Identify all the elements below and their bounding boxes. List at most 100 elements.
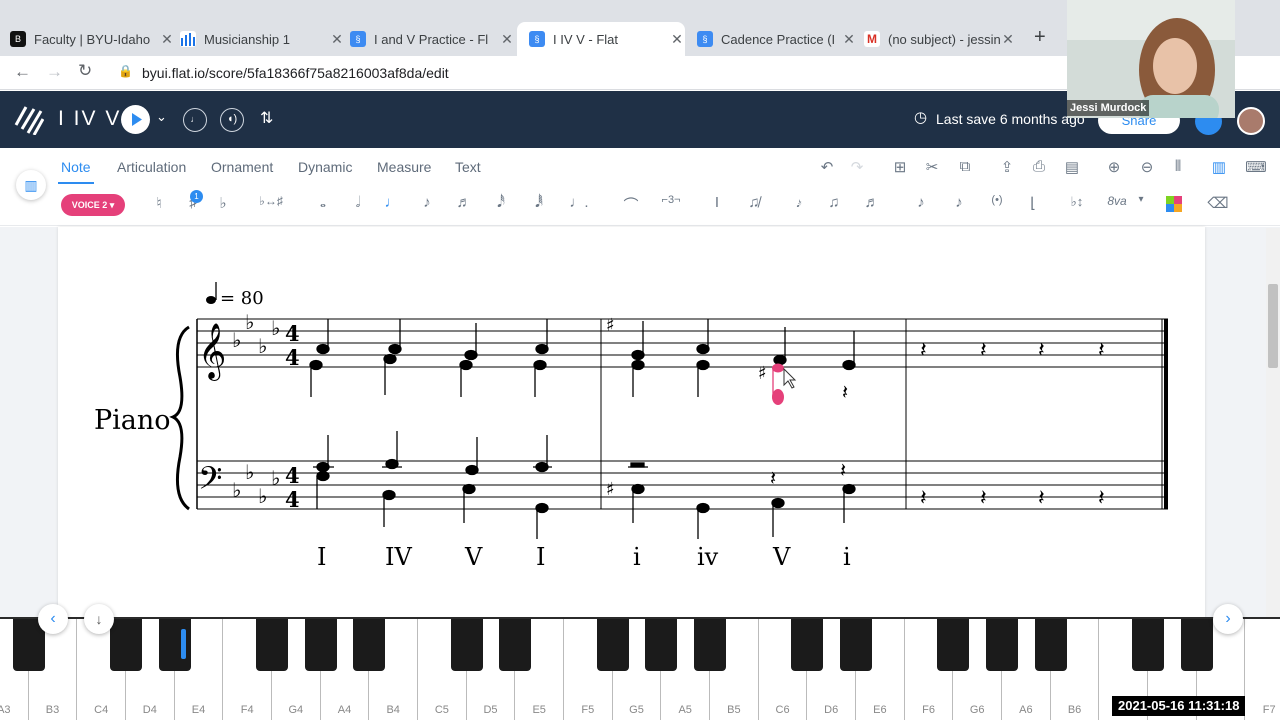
tab-dynamic[interactable]: Dynamic bbox=[298, 159, 352, 175]
score-title[interactable]: I IV V bbox=[58, 107, 121, 131]
voice-selector[interactable]: VOICE 2 ▾ bbox=[61, 194, 125, 216]
selected-note[interactable] bbox=[772, 363, 784, 373]
piano-key[interactable]: F7 bbox=[1245, 619, 1280, 720]
play-button[interactable] bbox=[121, 105, 150, 134]
keyboard-toggle-icon[interactable]: ▥ bbox=[16, 170, 46, 200]
triple-beam-icon[interactable]: ♬ bbox=[861, 194, 883, 211]
flat-logo-icon[interactable] bbox=[14, 103, 44, 135]
roman-numeral[interactable]: IV bbox=[385, 543, 412, 571]
tab-ornament[interactable]: Ornament bbox=[211, 159, 273, 175]
close-icon[interactable]: ✕ bbox=[669, 31, 685, 48]
roman-numeral[interactable]: i bbox=[843, 543, 851, 571]
piano-black-key[interactable] bbox=[986, 619, 1019, 671]
redo-icon[interactable]: ↷ bbox=[846, 158, 868, 176]
tab-cadence[interactable]: § Cadence Practice (I ✕ bbox=[697, 22, 857, 56]
scroll-left-button[interactable]: ‹ bbox=[38, 604, 68, 634]
piano-black-key[interactable] bbox=[937, 619, 970, 671]
roman-numeral[interactable]: V bbox=[773, 543, 790, 571]
flat-accidental-icon[interactable]: ♭ bbox=[212, 194, 234, 212]
copy-icon[interactable]: ⧉ bbox=[954, 158, 976, 175]
piano-black-key[interactable] bbox=[353, 619, 386, 671]
octave-icon[interactable]: 8va bbox=[1104, 194, 1130, 208]
piano-black-key[interactable] bbox=[256, 619, 288, 671]
avatar[interactable] bbox=[1237, 107, 1265, 135]
score-page[interactable]: 𝄞 𝄢 ♭ ♭ ♭ ♭ ♭ ♭ ♭ ♭ 44 44 = 80 Piano ♯ ♯ 𝄽 𝄽 𝄽 𝄽… bbox=[58, 227, 1205, 619]
64th-note-icon[interactable]: 𝅘𝅥𝅱 bbox=[528, 194, 550, 211]
last-save-text[interactable]: Last save 6 months ago bbox=[936, 111, 1085, 127]
piano-black-key[interactable] bbox=[694, 619, 727, 671]
cut-icon[interactable]: ✂ bbox=[921, 158, 943, 176]
close-icon[interactable]: ✕ bbox=[841, 31, 857, 48]
triplet-icon[interactable]: ⌐3¬ bbox=[658, 194, 684, 206]
print-icon[interactable]: ⎙ bbox=[1028, 158, 1050, 175]
tab-i-and-v[interactable]: § I and V Practice - Fl ✕ bbox=[350, 22, 515, 56]
tab-text[interactable]: Text bbox=[455, 159, 481, 175]
roman-numeral[interactable]: I bbox=[536, 543, 545, 571]
reload-icon[interactable]: ↻ bbox=[78, 61, 92, 81]
piano-black-key[interactable] bbox=[499, 619, 532, 671]
sound-icon[interactable]: ◖) bbox=[220, 108, 244, 132]
transpose-icon[interactable]: ♩ bbox=[183, 108, 207, 132]
url-text[interactable]: byui.flat.io/score/5fa18366f75a8216003af… bbox=[142, 65, 449, 81]
half-note-icon[interactable]: 𝅗𝅥 bbox=[347, 194, 369, 211]
keyboard-icon[interactable]: ⌨ bbox=[1245, 158, 1267, 176]
tab-gmail[interactable]: M (no subject) - jessin ✕ bbox=[864, 22, 1016, 56]
undo-icon[interactable]: ↶ bbox=[816, 158, 838, 176]
tab-articulation[interactable]: Articulation bbox=[117, 159, 186, 175]
piano-black-key[interactable] bbox=[1132, 619, 1165, 671]
measure-2-treble[interactable]: ♯ ♯ 𝄽 bbox=[606, 315, 856, 404]
natural-icon[interactable]: ♮ bbox=[148, 194, 170, 212]
eighth-note-icon[interactable]: ♪ bbox=[416, 194, 438, 211]
32nd-note-icon[interactable]: 𝅘𝅥𝅰 bbox=[490, 194, 512, 211]
scrollbar[interactable] bbox=[1266, 228, 1280, 618]
tie-icon[interactable]: ⌒ bbox=[620, 194, 642, 215]
tab-measure[interactable]: Measure bbox=[377, 159, 431, 175]
note-cursor[interactable] bbox=[772, 389, 784, 405]
new-tab-button[interactable]: + bbox=[1034, 26, 1046, 49]
cue-note-icon[interactable]: ♪ bbox=[948, 194, 970, 211]
piano-black-key[interactable] bbox=[791, 619, 824, 671]
roman-numeral[interactable]: I bbox=[317, 543, 326, 571]
sixteenth-note-icon[interactable]: ♬ bbox=[453, 194, 475, 211]
grace-note-icon[interactable]: 𝆔 bbox=[788, 194, 810, 211]
delete-note-icon[interactable]: ♫̸ bbox=[743, 194, 765, 211]
close-icon[interactable]: ✕ bbox=[1000, 31, 1016, 48]
cursor-icon[interactable]: I bbox=[706, 194, 728, 211]
add-icon[interactable]: ⊞ bbox=[889, 158, 911, 176]
measure-2-bass[interactable]: ♯ 𝄽 𝄽 bbox=[606, 458, 856, 539]
flip-accidental-icon[interactable]: ♭↕ bbox=[1064, 194, 1090, 210]
piano-view-icon[interactable]: ▥ bbox=[1208, 158, 1230, 176]
layout-icon[interactable]: ▤ bbox=[1061, 158, 1083, 176]
chevron-down-icon[interactable]: ▾ bbox=[1130, 194, 1152, 205]
dotted-note-icon[interactable]: ♩. bbox=[568, 194, 590, 211]
roman-numeral[interactable]: iv bbox=[697, 543, 718, 571]
color-palette-icon[interactable] bbox=[1166, 196, 1182, 212]
piano-black-key[interactable] bbox=[596, 619, 629, 671]
mixer-icon[interactable]: ⦀ bbox=[1167, 158, 1189, 175]
piano-black-key[interactable] bbox=[1034, 619, 1067, 671]
piano-black-key[interactable] bbox=[645, 619, 678, 671]
close-icon[interactable]: ✕ bbox=[329, 31, 345, 48]
tab-musicianship[interactable]: Musicianship 1 ✕ bbox=[180, 22, 345, 56]
parenthesis-icon[interactable]: (•) bbox=[986, 194, 1008, 206]
whole-note-icon[interactable]: 𝅝 bbox=[312, 194, 334, 211]
beam-icon[interactable]: ♫ bbox=[823, 194, 845, 211]
tab-faculty[interactable]: B Faculty | BYU-Idaho ✕ bbox=[10, 22, 175, 56]
roman-numeral[interactable]: V bbox=[465, 543, 482, 571]
arrow-down-icon[interactable]: ↓ bbox=[84, 604, 114, 634]
scroll-right-button[interactable]: › bbox=[1213, 604, 1243, 634]
zoom-out-icon[interactable]: ⊖ bbox=[1136, 158, 1158, 176]
scrollbar-thumb[interactable] bbox=[1268, 284, 1278, 368]
close-icon[interactable]: ✕ bbox=[159, 31, 175, 48]
chevron-down-icon[interactable]: ⌄ bbox=[156, 109, 167, 125]
back-icon[interactable]: ← bbox=[14, 62, 31, 82]
tab-i-iv-v[interactable]: § I IV V - Flat ✕ bbox=[517, 22, 685, 56]
clear-icon[interactable]: ⌫ bbox=[1207, 194, 1229, 212]
quarter-note-icon[interactable]: ♩ bbox=[381, 194, 403, 211]
piano-black-key[interactable] bbox=[304, 619, 337, 671]
slash-note-icon[interactable]: ♪ bbox=[910, 194, 932, 211]
zoom-in-icon[interactable]: ⊕ bbox=[1103, 158, 1125, 176]
enharmonic-icon[interactable]: ♭↔♯ bbox=[256, 194, 286, 208]
piano-black-key[interactable] bbox=[110, 619, 142, 671]
forward-icon[interactable]: → bbox=[46, 62, 63, 82]
